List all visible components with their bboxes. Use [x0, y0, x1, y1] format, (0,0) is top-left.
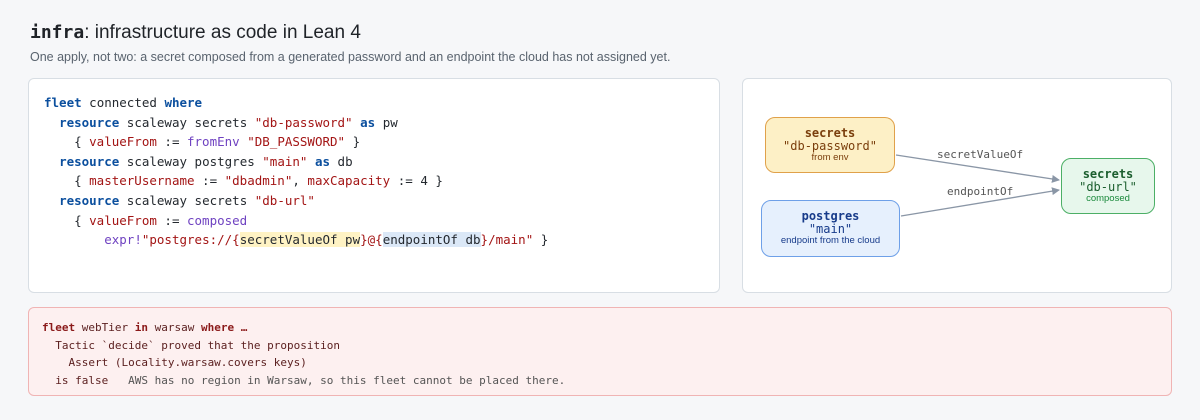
- keyword: resource: [59, 153, 120, 169]
- string-literal: "dbadmin": [224, 173, 293, 189]
- dependency-graph-panel: secretValueOf endpointOf secrets "db-pas…: [742, 78, 1172, 293]
- error-panel: fleet webTier in warsaw where … Tactic `…: [28, 307, 1172, 396]
- error-line: Tactic `decide` proved that the proposit…: [42, 338, 341, 352]
- endpoint-highlight: endpointOf db: [382, 232, 481, 248]
- code-text: scaleway secrets: [119, 192, 255, 208]
- function-name: expr!: [104, 232, 142, 248]
- code-text: ,: [292, 173, 308, 189]
- keyword: fleet: [42, 321, 76, 334]
- title-project-name: infra: [30, 22, 85, 43]
- node-db-password: secrets "db-password" from env: [765, 117, 895, 173]
- code-text: scaleway secrets: [119, 114, 255, 130]
- code-text: }: [345, 134, 361, 150]
- code-text: scaleway postgres: [119, 153, 263, 169]
- function-name: composed: [187, 212, 248, 228]
- code-text: connected: [81, 95, 165, 110]
- code-text: :=: [194, 173, 225, 189]
- code-line: resource scaleway secrets "db-password" …: [44, 113, 548, 133]
- code-line: { valueFrom := composed: [44, 211, 548, 231]
- node-kind: secrets: [1082, 166, 1134, 181]
- field-name: valueFrom: [89, 212, 157, 228]
- node-name: "main": [808, 222, 853, 236]
- error-text: warsaw: [147, 321, 201, 334]
- code-text: := 4 }: [390, 173, 443, 189]
- code-block: fleet connected where resource scaleway …: [44, 93, 548, 250]
- node-kind: secrets: [804, 125, 856, 140]
- string-literal: }@{: [360, 232, 383, 248]
- keyword: resource: [59, 114, 120, 130]
- keyword: where …: [200, 321, 248, 334]
- title-description: : infrastructure as code in Lean 4: [84, 22, 361, 43]
- string-literal: "main": [262, 153, 308, 169]
- string-literal: "postgres://{: [141, 232, 240, 248]
- string-literal: "db-password": [254, 114, 353, 130]
- code-indent: {: [44, 134, 90, 150]
- code-line: { masterUsername := "dbadmin", maxCapaci…: [44, 171, 548, 191]
- error-message: fleet webTier in warsaw where … Tactic `…: [42, 319, 565, 389]
- code-line: expr!"postgres://{secretValueOf pw}@{end…: [44, 230, 548, 250]
- code-panel: fleet connected where resource scaleway …: [28, 78, 720, 293]
- node-postgres-main: postgres "main" endpoint from the cloud: [761, 200, 900, 257]
- page-subtitle: One apply, not two: a secret composed fr…: [30, 50, 671, 64]
- code-line: resource scaleway postgres "main" as db: [44, 152, 548, 172]
- code-indent: {: [44, 173, 90, 189]
- node-name: "db-url": [1079, 179, 1137, 194]
- error-line: Assert (Locality.warsaw.covers keys): [42, 356, 307, 370]
- string-literal: "DB_PASSWORD": [247, 134, 346, 150]
- error-line: is false AWS has no region in Warsaw, so…: [42, 372, 565, 390]
- string-literal: "db-url": [254, 192, 315, 208]
- node-db-url: secrets "db-url" composed: [1061, 158, 1155, 214]
- field-name: maxCapacity: [307, 173, 391, 189]
- code-line: fleet connected where: [44, 93, 548, 113]
- code-text: :=: [156, 134, 187, 150]
- code-indent: {: [44, 212, 90, 228]
- function-name: fromEnv: [187, 134, 240, 150]
- edge-label-endpoint-of: endpointOf: [947, 185, 1014, 198]
- keyword: where: [164, 95, 203, 110]
- page-title: infra: infrastructure as code in Lean 4: [30, 22, 361, 44]
- code-line: { valueFrom := fromEnv "DB_PASSWORD" }: [44, 132, 548, 152]
- error-text: is false: [42, 373, 109, 387]
- code-text: db: [330, 153, 353, 169]
- keyword: resource: [59, 192, 120, 208]
- string-literal: }/main": [480, 232, 534, 248]
- error-text: webTier: [75, 321, 135, 334]
- edge-label-secret-value-of: secretValueOf: [937, 148, 1024, 161]
- keyword: as: [314, 153, 331, 169]
- error-note: AWS has no region in Warsaw, so this fle…: [108, 373, 566, 387]
- node-name: "db-password": [783, 138, 877, 153]
- node-description: from env: [811, 151, 849, 163]
- field-name: masterUsername: [89, 173, 195, 189]
- node-description: composed: [1086, 192, 1130, 204]
- error-line: fleet webTier in warsaw where …: [42, 319, 565, 337]
- field-name: valueFrom: [89, 134, 157, 150]
- code-line: resource scaleway secrets "db-url": [44, 191, 548, 211]
- keyword: as: [360, 114, 376, 130]
- code-text: pw: [375, 114, 398, 130]
- keyword: in: [134, 321, 148, 334]
- keyword: fleet: [44, 95, 82, 110]
- secret-value-highlight: secretValueOf pw: [239, 232, 361, 248]
- node-description: endpoint from the cloud: [780, 235, 881, 246]
- code-text: }: [533, 232, 549, 248]
- code-text: :=: [156, 212, 187, 228]
